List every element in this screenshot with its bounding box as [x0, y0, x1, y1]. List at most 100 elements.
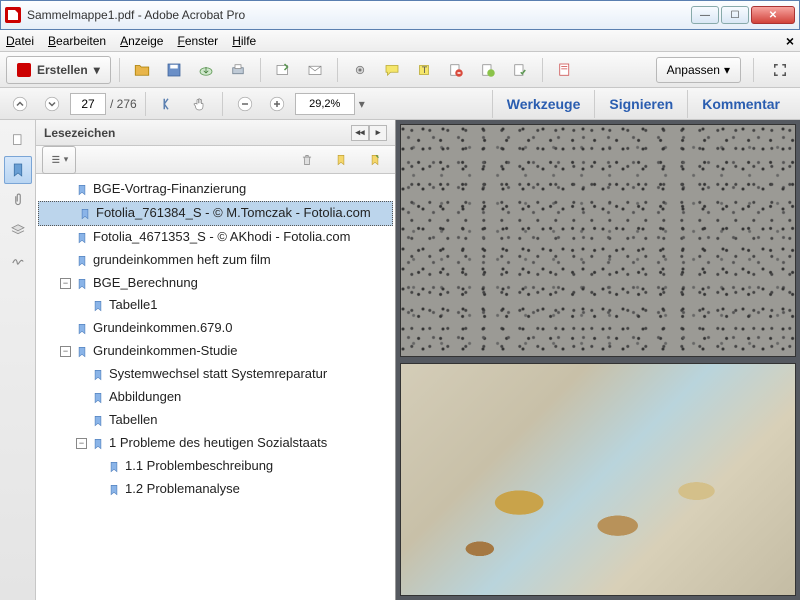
minimize-button[interactable]: — — [691, 6, 719, 24]
fullscreen-button[interactable] — [766, 56, 794, 84]
page-input[interactable] — [70, 93, 106, 115]
zoom-in-button[interactable] — [263, 90, 291, 118]
customize-button[interactable]: Anpassen ▾ — [656, 57, 741, 83]
document-view[interactable] — [396, 120, 800, 600]
menu-view[interactable]: Anzeige — [120, 34, 163, 48]
menu-file[interactable]: Datei — [6, 34, 34, 48]
cloud-button[interactable] — [192, 56, 220, 84]
select-tool-button[interactable] — [154, 90, 182, 118]
bookmark-icon — [91, 391, 105, 405]
approve-button[interactable] — [506, 56, 534, 84]
bookmark-icon — [75, 277, 89, 291]
pdf-icon — [17, 63, 31, 77]
bookmark-label: 1 Probleme des heutigen Sozialstaats — [109, 435, 327, 452]
nav-toolbar: / 276 ▾ Werkzeuge Signieren Kommentar — [0, 88, 800, 120]
zoom-input[interactable] — [295, 93, 355, 115]
bookmark-item[interactable]: − Grundeinkommen-Studie — [36, 340, 395, 363]
tab-sign[interactable]: Signieren — [594, 90, 687, 118]
collapse-icon[interactable]: − — [60, 278, 71, 289]
bookmark-label: 1.2 Problemanalyse — [125, 481, 240, 498]
page-image-crowd — [400, 124, 796, 357]
bookmarks-tree[interactable]: BGE-Vortrag-Finanzierung Fotolia_761384_S… — [36, 174, 395, 600]
open-button[interactable] — [128, 56, 156, 84]
bookmark-label: Tabelle1 — [109, 297, 157, 314]
bookmarks-panel: Lesezeichen ◂◂ ▸ ▾ BGE-Vortrag-Finanzier… — [36, 120, 396, 600]
bookmark-item[interactable]: −BGE_Berechnung — [36, 272, 395, 295]
attachments-panel-button[interactable] — [4, 186, 32, 214]
bookmark-item[interactable]: 1.2 Problemanalyse — [36, 478, 395, 501]
menu-help[interactable]: Hilfe — [232, 34, 256, 48]
bookmark-item[interactable]: Tabelle1 — [36, 294, 395, 317]
layers-panel-button[interactable] — [4, 216, 32, 244]
collapse-icon[interactable]: − — [60, 346, 71, 357]
share-button[interactable] — [269, 56, 297, 84]
print-button[interactable] — [224, 56, 252, 84]
collapse-icon[interactable]: − — [76, 438, 87, 449]
page-up-button[interactable] — [6, 90, 34, 118]
bookmark-item[interactable]: Abbildungen — [36, 386, 395, 409]
customize-label: Anpassen — [667, 63, 720, 77]
menubar: Datei Bearbeiten Anzeige Fenster Hilfe × — [0, 30, 800, 52]
bookmark-icon — [78, 207, 92, 221]
page-down-button[interactable] — [38, 90, 66, 118]
bookmarks-prev-button[interactable]: ◂◂ — [351, 125, 369, 141]
thumbnails-panel-button[interactable] — [4, 126, 32, 154]
bookmarks-options-button[interactable]: ▾ — [42, 146, 76, 174]
bookmark-icon — [91, 299, 105, 313]
chevron-down-icon: ▾ — [724, 63, 730, 77]
hand-tool-button[interactable] — [186, 90, 214, 118]
bookmark-icon — [75, 345, 89, 359]
text-tool-button[interactable]: T — [410, 56, 438, 84]
svg-text:T: T — [421, 65, 427, 75]
form-button[interactable] — [551, 56, 579, 84]
page-image-money — [400, 363, 796, 596]
comment-button[interactable] — [378, 56, 406, 84]
bookmark-item[interactable]: Systemwechsel statt Systemreparatur — [36, 363, 395, 386]
menu-window[interactable]: Fenster — [177, 34, 218, 48]
zoom-out-button[interactable] — [231, 90, 259, 118]
stamp-button[interactable] — [474, 56, 502, 84]
bookmark-item[interactable]: grundeinkommen heft zum film — [36, 249, 395, 272]
bookmark-item[interactable]: Fotolia_4671353_S - © AKhodi - Fotolia.c… — [36, 226, 395, 249]
bookmark-item[interactable]: BGE-Vortrag-Finanzierung — [36, 178, 395, 201]
bookmark-label: Systemwechsel statt Systemreparatur — [109, 366, 327, 383]
bookmark-label: Grundeinkommen-Studie — [93, 343, 238, 360]
bookmark-label: BGE-Vortrag-Finanzierung — [93, 181, 246, 198]
close-button[interactable]: ✕ — [751, 6, 795, 24]
bookmark-item[interactable]: Tabellen — [36, 409, 395, 432]
window-title: Sammelmappe1.pdf - Adobe Acrobat Pro — [27, 8, 691, 22]
bookmark-item[interactable]: 1.1 Problembeschreibung — [36, 455, 395, 478]
bookmark-item[interactable]: − 1 Probleme des heutigen Sozialstaats — [36, 432, 395, 455]
bookmark-label: 1.1 Problembeschreibung — [125, 458, 273, 475]
email-button[interactable] — [301, 56, 329, 84]
delete-bookmark-button[interactable] — [293, 146, 321, 174]
create-button[interactable]: Erstellen ▾ — [6, 56, 111, 84]
bookmarks-panel-button[interactable] — [4, 156, 32, 184]
page-total: / 276 — [110, 97, 137, 111]
bookmark-label: Abbildungen — [109, 389, 181, 406]
tab-comment[interactable]: Kommentar — [687, 90, 794, 118]
bookmark-icon — [107, 483, 121, 497]
remove-button[interactable] — [442, 56, 470, 84]
bookmark-label: Fotolia_4671353_S - © AKhodi - Fotolia.c… — [93, 229, 350, 246]
bookmark-item[interactable]: Grundeinkommen.679.0 — [36, 317, 395, 340]
gear-button[interactable] — [346, 56, 374, 84]
main-toolbar: Erstellen ▾ T Anpassen ▾ — [0, 52, 800, 88]
save-button[interactable] — [160, 56, 188, 84]
nav-rail — [0, 120, 36, 600]
menu-edit[interactable]: Bearbeiten — [48, 34, 106, 48]
bookmarks-next-button[interactable]: ▸ — [369, 125, 387, 141]
app-icon — [5, 7, 21, 23]
bookmark-icon — [91, 368, 105, 382]
tab-tools[interactable]: Werkzeuge — [492, 90, 595, 118]
new-bookmark-button[interactable] — [327, 146, 355, 174]
menu-close-icon[interactable]: × — [786, 33, 794, 49]
maximize-button[interactable]: ☐ — [721, 6, 749, 24]
new-bookmark-from-structure-button[interactable] — [361, 146, 389, 174]
titlebar: Sammelmappe1.pdf - Adobe Acrobat Pro — ☐… — [0, 0, 800, 30]
chevron-down-icon[interactable]: ▾ — [359, 97, 365, 111]
bookmark-item[interactable]: Fotolia_761384_S - © M.Tomczak - Fotolia… — [38, 201, 393, 226]
signatures-panel-button[interactable] — [4, 246, 32, 274]
bookmark-label: Grundeinkommen.679.0 — [93, 320, 232, 337]
bookmark-label: Tabellen — [109, 412, 157, 429]
